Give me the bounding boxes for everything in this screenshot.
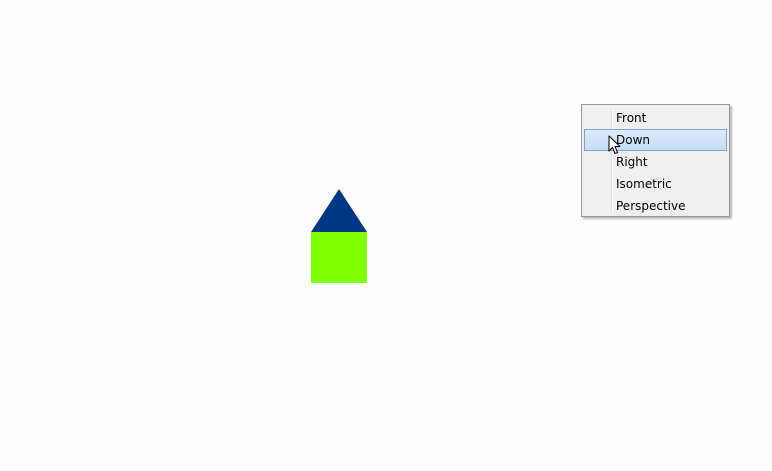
menu-item-label: Isometric	[616, 177, 672, 191]
view-context-menu: Front Down Right Isometric Perspective	[581, 104, 730, 217]
house-body-square	[311, 232, 367, 283]
house-roof-triangle	[311, 189, 367, 232]
house-shape[interactable]	[311, 189, 368, 284]
menu-item-front[interactable]: Front	[584, 107, 727, 129]
3d-viewport[interactable]: Front Down Right Isometric Perspective	[0, 0, 772, 471]
menu-item-perspective[interactable]: Perspective	[584, 195, 727, 217]
menu-item-label: Perspective	[616, 199, 686, 213]
menu-item-label: Right	[616, 155, 648, 169]
arrow-pointer-icon	[608, 135, 622, 155]
menu-item-label: Front	[616, 111, 647, 125]
menu-item-isometric[interactable]: Isometric	[584, 173, 727, 195]
menu-item-down[interactable]: Down	[584, 129, 727, 151]
menu-item-right[interactable]: Right	[584, 151, 727, 173]
house-shape-graphic	[311, 189, 367, 283]
